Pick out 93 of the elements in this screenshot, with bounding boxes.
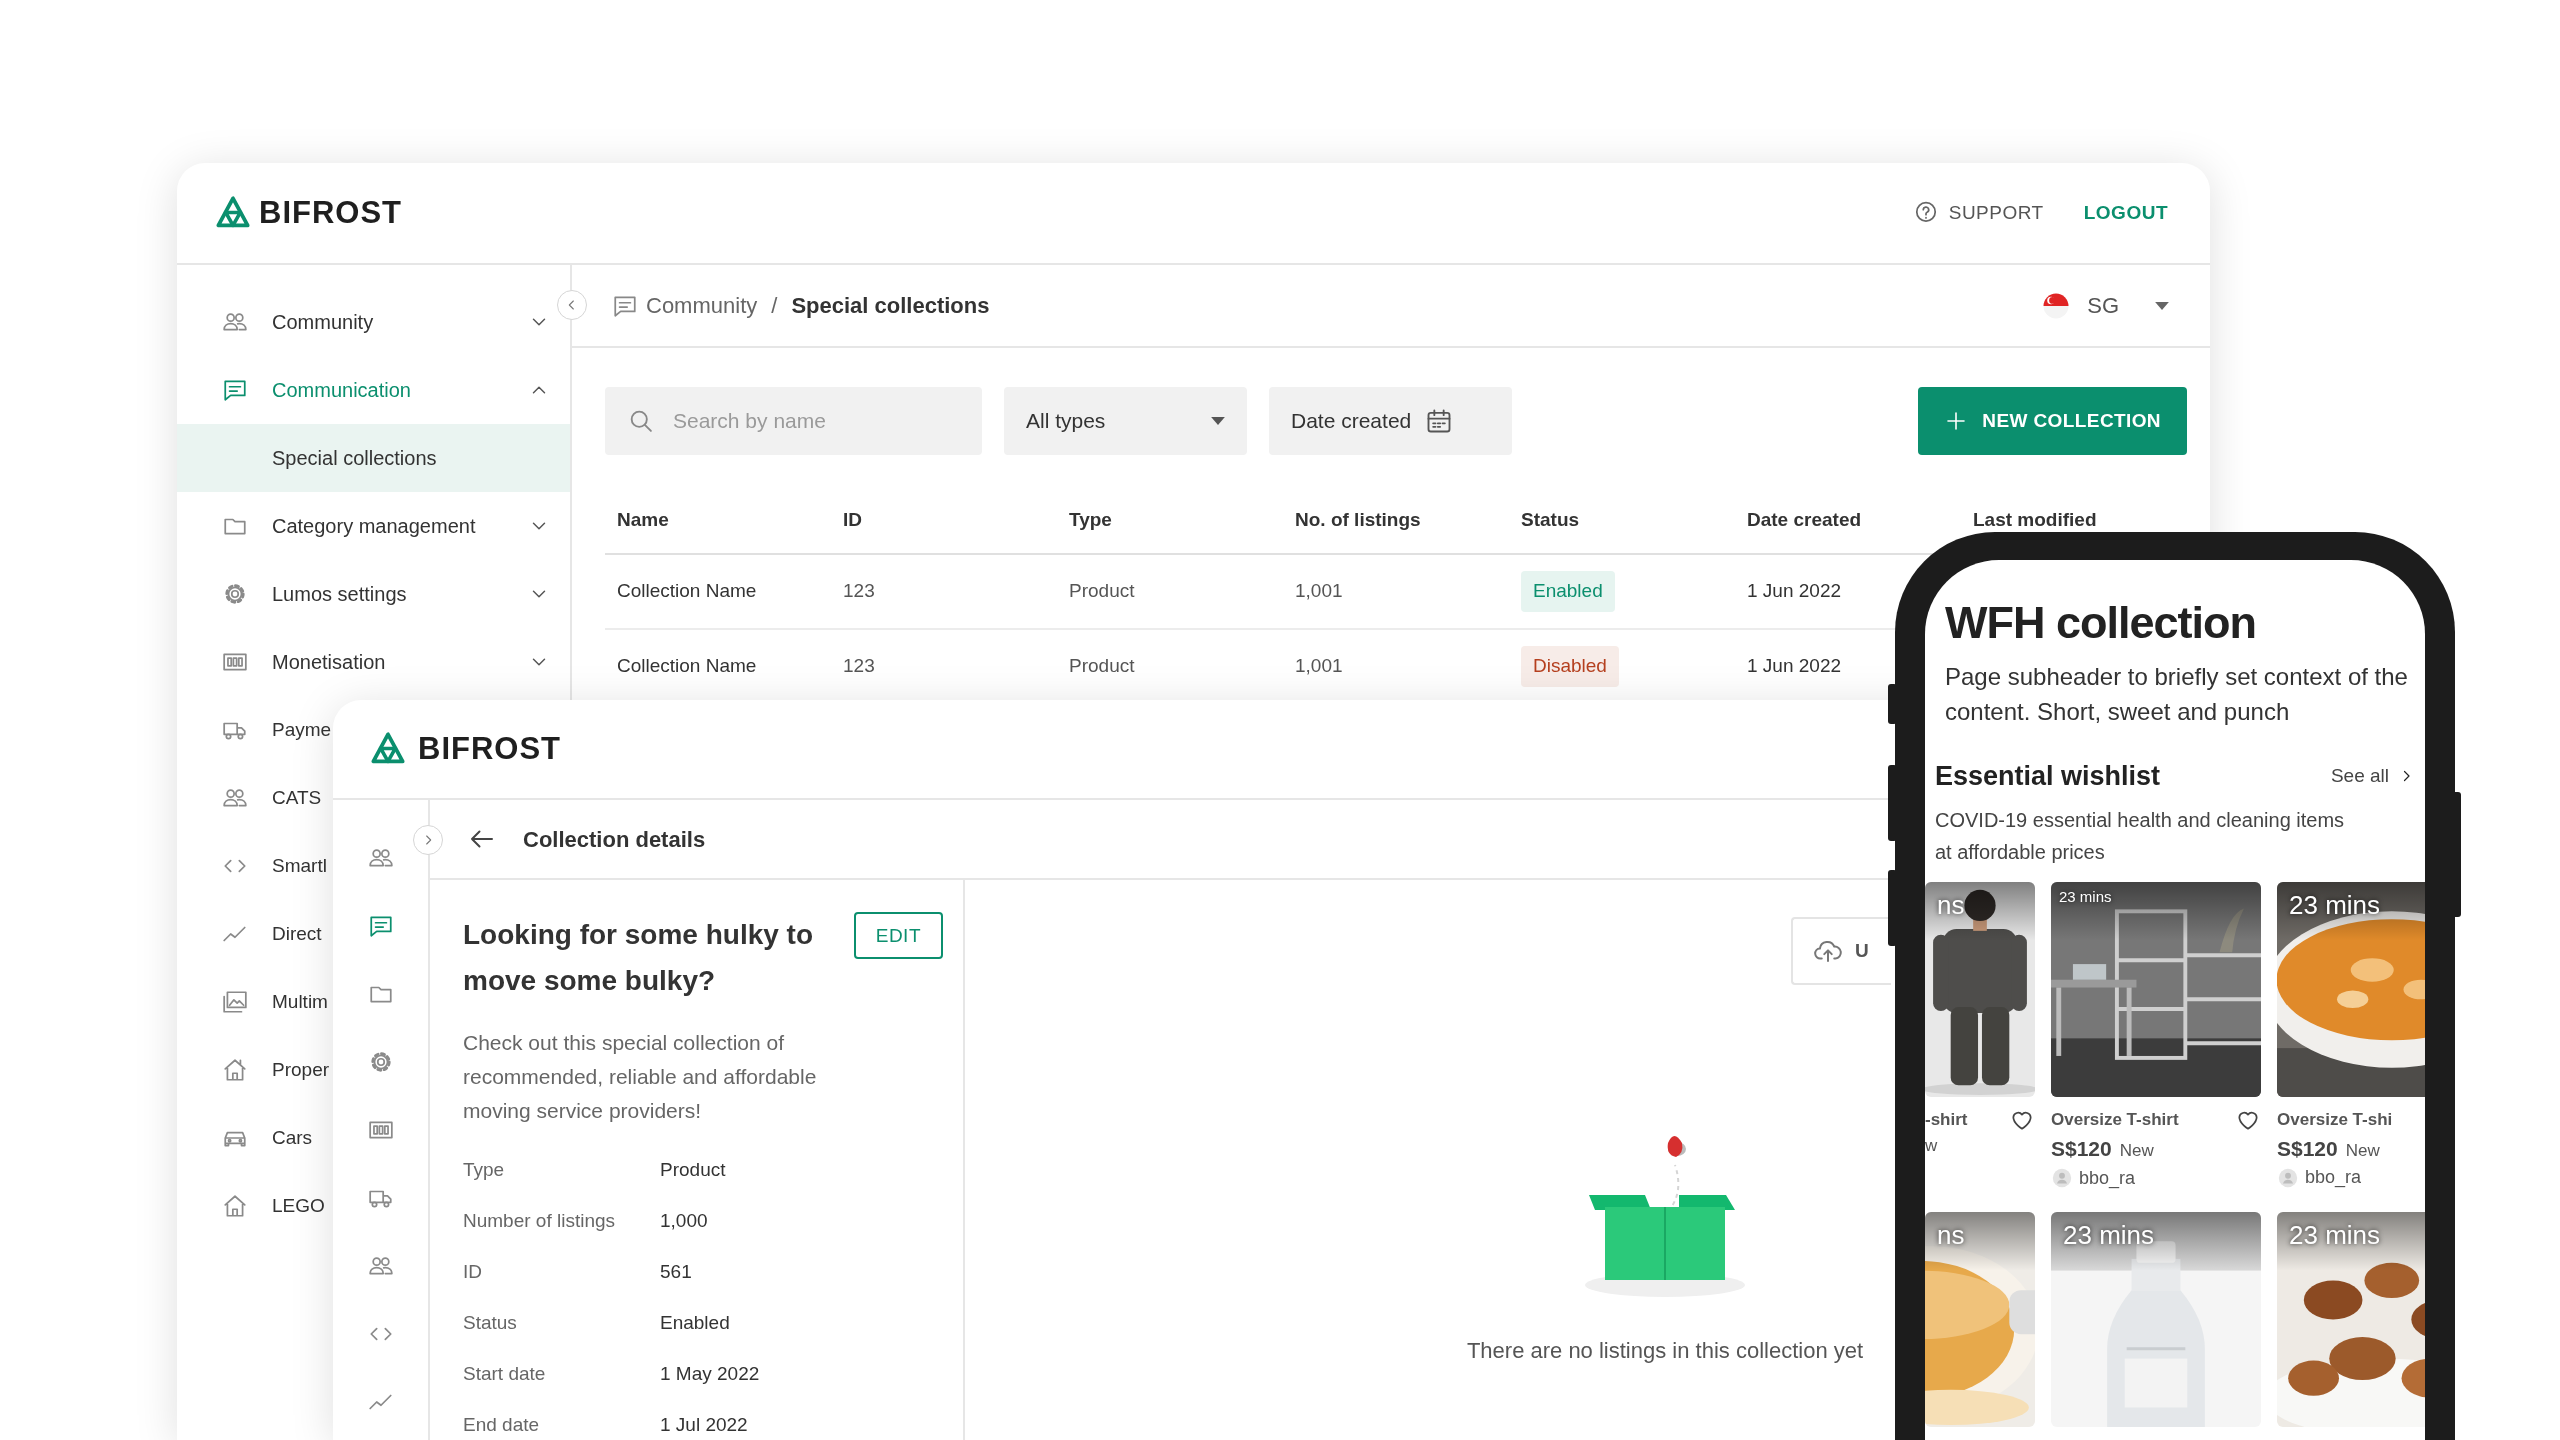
time-label: ns — [1937, 889, 1965, 923]
search-field[interactable]: Search by name — [605, 387, 982, 455]
table-cell-text: Product — [1068, 579, 1136, 604]
column-header: Status — [1520, 508, 1581, 533]
logout-link[interactable]: LOGOUT — [2071, 192, 2180, 234]
column-header: No. of listings — [1294, 508, 1422, 533]
sidebar-item[interactable]: Smartl — [177, 832, 327, 900]
product-price: S$120 — [2277, 1135, 2338, 1162]
time-label: 23 mins — [2063, 1218, 2155, 1252]
seller-name: bbo_ra — [2305, 1166, 2362, 1190]
table-cell-text: 1,001 — [1294, 579, 1344, 604]
date-filter[interactable]: Date created — [1269, 387, 1512, 455]
sidebar-item[interactable]: CATS — [177, 764, 322, 832]
caret-icon — [1211, 417, 1225, 425]
time-label: 23 mins — [2059, 887, 2112, 908]
column-header: ID — [842, 508, 863, 533]
product-condition: w — [1925, 1135, 1938, 1158]
sidebar-item[interactable]: Community — [177, 288, 570, 356]
page-title: Collection details — [523, 825, 706, 854]
house-icon — [222, 1057, 248, 1083]
support-link[interactable]: SUPPORT — [1900, 192, 2056, 234]
avatar-icon — [2051, 1167, 2073, 1190]
sidebar-item[interactable]: Category management — [177, 492, 570, 560]
sidebar-item[interactable]: Proper — [177, 1036, 330, 1104]
avatar-icon — [2277, 1166, 2299, 1189]
field-value: Enabled — [660, 1311, 730, 1336]
field-label: Number of listings — [463, 1209, 617, 1234]
sidebar-item[interactable]: Communication — [177, 356, 570, 424]
time-label: 23 mins — [2289, 889, 2381, 923]
collection-title: Looking for some hulky to move some bulky? — [463, 918, 814, 999]
house-icon — [222, 1193, 248, 1219]
chat-icon — [222, 377, 248, 403]
table-cell-text: 1,001 — [1294, 654, 1344, 679]
product-price: S$120 — [2051, 1136, 2112, 1163]
breadcrumb-link[interactable]: Community — [646, 289, 758, 322]
images-icon — [222, 989, 248, 1015]
field-label: Type — [463, 1158, 506, 1183]
time-label: 23 mins — [2289, 1218, 2381, 1252]
country-selector[interactable]: SG — [2035, 288, 2175, 323]
table-cell-text: Collection Name — [616, 579, 758, 604]
status-badge: Enabled — [1521, 571, 1615, 612]
column-header: Type — [1068, 508, 1113, 533]
see-all-link[interactable]: See all — [2330, 761, 2415, 791]
table-cell-text: 123 — [842, 579, 876, 604]
column-header: Last modified — [1972, 508, 2098, 533]
table-cell-text: Product — [1068, 654, 1136, 679]
sidebar-item[interactable]: Multim — [177, 968, 328, 1036]
type-select[interactable]: All types — [1004, 387, 1247, 455]
sidebar-item[interactable]: Cars — [177, 1104, 313, 1172]
breadcrumb-current: Special collections — [791, 292, 990, 320]
field-value: 561 — [660, 1260, 692, 1285]
time-label: ns — [1937, 1218, 1965, 1252]
section-title: Essential wishlist — [1935, 759, 2161, 793]
product-title: -shirt — [1925, 1109, 1968, 1132]
product-title: Oversize T-shirt — [2051, 1109, 2179, 1132]
field-label: Start date — [463, 1362, 547, 1387]
logo-text: BIFROST — [418, 729, 562, 768]
sidebar-item[interactable]: Payme — [177, 696, 332, 764]
logo-text: BIFROST — [259, 193, 403, 232]
breadcrumb-separator: / — [771, 292, 778, 320]
product-title: Oversize T-shi — [2277, 1109, 2393, 1132]
column-header: Name — [616, 508, 670, 533]
field-label: End date — [463, 1413, 541, 1438]
status-badge: Disabled — [1521, 646, 1619, 687]
edit-button[interactable]: EDIT — [853, 912, 943, 959]
table-cell-text: Collection Name — [616, 654, 758, 679]
sidebar-subitem[interactable]: Special collections — [177, 424, 570, 492]
column-header: Date created — [1746, 508, 1863, 533]
settings-icon — [222, 581, 248, 607]
field-label: ID — [463, 1260, 483, 1285]
field-label: Status — [463, 1311, 518, 1336]
seller-name: bbo_ra — [2079, 1166, 2136, 1191]
sidebar-item[interactable]: Direct — [177, 900, 322, 968]
collection-title: WFH collection — [1945, 596, 2257, 650]
upload-button[interactable]: U — [1791, 917, 1891, 985]
section-description: COVID-19 essential health and cleaning items at affordable prices — [1935, 808, 2346, 866]
product-condition: New — [2119, 1140, 2154, 1163]
field-value: Product — [660, 1158, 726, 1183]
table-cell-text: 1 Jun 2022 — [1746, 579, 1843, 604]
caret-icon — [2155, 301, 2169, 310]
product-condition: New — [2345, 1139, 2380, 1162]
table-cell-text: 123 — [842, 654, 876, 679]
sidebar-item[interactable]: Lumos settings — [177, 560, 570, 628]
new-collection-button[interactable]: NEW COLLECTION — [1918, 387, 2187, 455]
empty-message: There are no listings in this collection yet — [1466, 1337, 1864, 1365]
sidebar-item[interactable]: Monetisation — [177, 628, 570, 696]
collection-description: Check out this special collection of recommended, reliable and affordable moving service providers! — [463, 1030, 818, 1124]
field-value: 1,000 — [660, 1209, 708, 1234]
collection-subtitle: Page subheader to briefly set context of the content. Short, sweet and punch — [1945, 662, 2409, 727]
field-value: 1 May 2022 — [660, 1362, 760, 1387]
sidebar-item[interactable]: LEGO — [177, 1172, 325, 1240]
field-value: 1 Jul 2022 — [660, 1413, 748, 1438]
chat-icon — [367, 913, 394, 939]
